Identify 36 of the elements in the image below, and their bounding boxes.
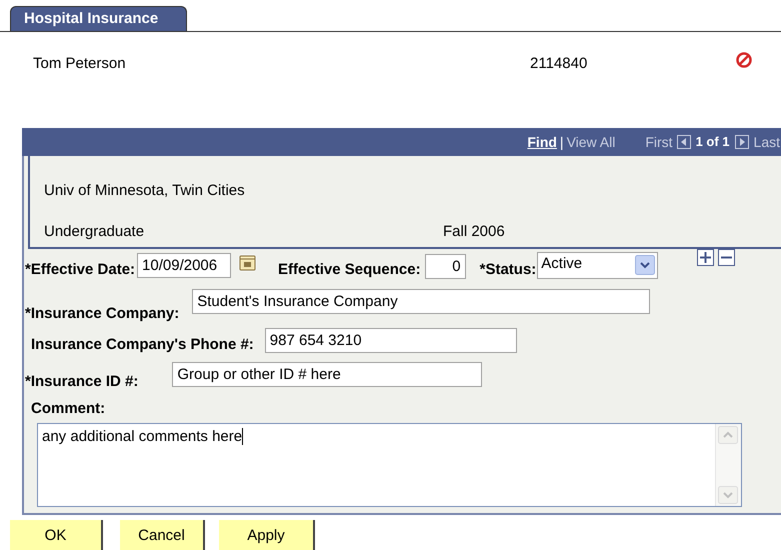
status-dropdown[interactable]: Active: [537, 252, 658, 279]
view-all-link[interactable]: View All: [566, 132, 616, 152]
comment-label: Comment:: [31, 400, 106, 417]
calendar-icon[interactable]: [239, 254, 256, 271]
add-row-icon[interactable]: [697, 249, 714, 266]
person-name: Tom Peterson: [33, 54, 127, 74]
effective-date-label: *Effective Date:: [25, 260, 136, 280]
career-text: Undergraduate: [44, 222, 146, 242]
insurance-id-label: *Insurance ID #:: [25, 372, 138, 392]
first-label: First: [645, 132, 673, 152]
institution-text: Univ of Minnesota, Twin Cities: [44, 182, 245, 199]
delete-row-icon[interactable]: [718, 249, 736, 266]
prohibited-icon: [735, 51, 753, 69]
status-label: *Status:: [480, 260, 536, 280]
insurance-company-field[interactable]: Student's Insurance Company: [192, 289, 650, 314]
phone-field[interactable]: 987 654 3210: [264, 328, 517, 353]
find-link[interactable]: Find: [527, 132, 557, 152]
insurance-company-label: *Insurance Company:: [25, 304, 180, 324]
row-position: 1 of 1: [696, 133, 730, 152]
last-label: Last: [754, 132, 780, 152]
ok-button[interactable]: OK: [10, 520, 103, 550]
comment-field[interactable]: any additional comments here: [37, 422, 742, 506]
insurance-id-field[interactable]: Group or other ID # here: [172, 362, 482, 387]
effective-sequence-label: Effective Sequence:: [278, 260, 421, 280]
chevron-down-icon: [635, 255, 656, 275]
phone-label: Insurance Company's Phone #:: [31, 334, 254, 354]
link-separator: |: [560, 132, 564, 152]
effective-date-field[interactable]: 10/09/2006: [137, 253, 232, 278]
tab[interactable]: Hospital Insurance: [10, 6, 187, 31]
effective-sequence-field[interactable]: 0: [424, 254, 466, 279]
cancel-button[interactable]: Cancel: [120, 520, 205, 550]
person-id: 2114840: [530, 54, 588, 74]
previous-icon[interactable]: [676, 135, 691, 149]
apply-button[interactable]: Apply: [219, 520, 315, 550]
term-text: Fall 2006: [443, 222, 505, 242]
next-icon[interactable]: [734, 135, 749, 149]
